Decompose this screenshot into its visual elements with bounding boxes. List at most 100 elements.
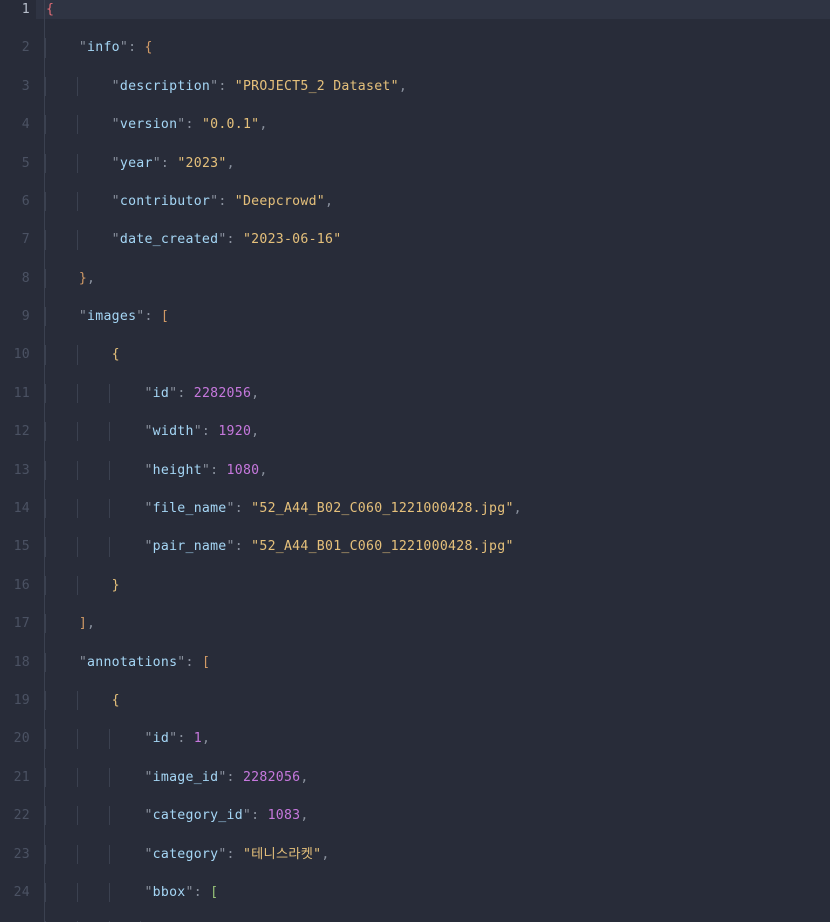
code-text[interactable]: ], xyxy=(46,614,95,633)
code-line[interactable]: 21 "image_id": 2282056, xyxy=(0,767,830,787)
token: "52_A44_B01_C060_1221000428.jpg" xyxy=(251,539,514,555)
code-line[interactable]: 12 "width": 1920, xyxy=(0,422,830,442)
code-line[interactable]: 10 { xyxy=(0,345,830,365)
code-text[interactable]: "width": 1920, xyxy=(46,422,259,441)
token: "PROJECT5_2 Dataset" xyxy=(234,78,399,94)
code-text[interactable]: "id": 1, xyxy=(46,729,210,748)
code-line[interactable]: 6 "contributor": "Deepcrowd", xyxy=(0,191,830,212)
code-line[interactable]: 22 "category_id": 1083, xyxy=(0,806,830,826)
token: { xyxy=(111,692,120,708)
token: "2023" xyxy=(177,155,227,171)
token: : xyxy=(218,78,235,94)
code-text[interactable]: } xyxy=(46,576,120,595)
code-line[interactable]: 19 { xyxy=(0,690,830,711)
code-line[interactable]: 13 "height": 1080, xyxy=(0,460,830,480)
token: " xyxy=(111,78,120,94)
code-line[interactable]: 5 "year": "2023", xyxy=(0,153,830,173)
code-text[interactable]: "annotations": [ xyxy=(46,653,210,672)
token: year xyxy=(119,155,153,171)
code-line[interactable]: 16 } xyxy=(0,575,830,595)
code-line[interactable]: 15 "pair_name": "52_A44_B01_C060_1221000… xyxy=(0,537,830,557)
code-text[interactable]: }, xyxy=(46,269,95,288)
line-number: 5 xyxy=(21,155,30,171)
line-number: 19 xyxy=(13,692,30,708)
token: bbox xyxy=(152,884,186,900)
token: " xyxy=(144,501,153,517)
code-text[interactable]: "year": "2023", xyxy=(46,154,235,173)
code-text[interactable]: "height": 1080, xyxy=(46,461,268,480)
token: "52_A44_B02_C060_1221000428.jpg" xyxy=(251,501,514,517)
token: annotations xyxy=(87,654,178,670)
code-line[interactable]: 14 "file_name": "52_A44_B02_C060_1221000… xyxy=(0,499,830,519)
json-code-editor[interactable]: 1{ 2 "info": { 3 "description": "PROJECT5_… xyxy=(0,0,830,922)
code-text[interactable]: "pair_name": "52_A44_B01_C060_1221000428… xyxy=(46,537,514,556)
code-text[interactable]: "version": "0.0.1", xyxy=(46,115,268,134)
token: " xyxy=(111,193,120,209)
code-text[interactable]: "id": 2282056, xyxy=(46,384,259,403)
token: " xyxy=(144,385,153,401)
token: description xyxy=(119,78,211,94)
token: , xyxy=(325,193,334,209)
code-lines-container[interactable]: 1{ 2 "info": { 3 "description": "PROJECT5_… xyxy=(0,0,830,922)
code-line[interactable]: 17 ], xyxy=(0,614,830,634)
line-number: 24 xyxy=(13,884,30,900)
code-text[interactable]: "bbox": [ xyxy=(46,883,218,902)
code-line[interactable]: 23 "category": "테니스라켓", xyxy=(0,844,830,864)
line-number: 23 xyxy=(13,846,30,862)
line-number: 20 xyxy=(13,731,30,747)
code-text[interactable]: "category_id": 1083, xyxy=(46,806,309,825)
token: " xyxy=(119,40,129,56)
code-text[interactable]: "contributor": "Deepcrowd", xyxy=(46,192,333,211)
code-line[interactable]: 20 "id": 1, xyxy=(0,729,830,749)
code-line[interactable]: 8 }, xyxy=(0,268,830,288)
code-text[interactable]: "file_name": "52_A44_B02_C060_1221000428… xyxy=(46,499,522,518)
code-line[interactable]: 1{ xyxy=(0,0,830,20)
token: : xyxy=(177,385,194,401)
token: "테니스라켓" xyxy=(242,846,322,862)
code-text[interactable]: { xyxy=(46,691,120,710)
code-line[interactable]: 24 "bbox": [ xyxy=(0,882,830,903)
token: " xyxy=(177,654,186,670)
token: , xyxy=(513,501,522,517)
code-text[interactable]: "images": [ xyxy=(46,307,169,326)
token: } xyxy=(111,577,120,593)
line-number: 17 xyxy=(13,616,30,632)
code-text[interactable]: "info": { xyxy=(46,38,153,57)
code-line[interactable]: 2 "info": { xyxy=(0,38,830,58)
code-text[interactable]: "description": "PROJECT5_2 Dataset", xyxy=(46,77,407,96)
line-number: 16 xyxy=(13,577,30,593)
code-line[interactable]: 4 "version": "0.0.1", xyxy=(0,115,830,135)
token: [ xyxy=(201,654,211,670)
token: , xyxy=(251,385,260,401)
code-text[interactable]: "category": "테니스라켓", xyxy=(46,845,330,864)
token: : xyxy=(226,846,243,862)
line-number: 14 xyxy=(13,501,30,517)
line-number: 13 xyxy=(13,462,30,478)
code-text[interactable]: { xyxy=(46,345,120,364)
code-text[interactable]: { xyxy=(46,0,54,19)
token: " xyxy=(78,309,88,325)
token: , xyxy=(226,155,235,171)
code-line[interactable]: 9 "images": [ xyxy=(0,307,830,327)
token: category_id xyxy=(152,808,243,824)
token: "0.0.1" xyxy=(201,117,260,133)
code-line[interactable]: 7 "date_created": "2023-06-16" xyxy=(0,230,830,250)
code-text[interactable]: "date_created": "2023-06-16" xyxy=(46,230,342,249)
token: , xyxy=(259,462,268,478)
code-line[interactable]: 18 "annotations": [ xyxy=(0,652,830,672)
token: , xyxy=(201,731,211,747)
code-text[interactable]: "image_id": 2282056, xyxy=(46,768,309,787)
code-line[interactable]: 3 "description": "PROJECT5_2 Dataset", xyxy=(0,76,830,96)
token: pair_name xyxy=(152,539,227,555)
token: , xyxy=(300,808,309,824)
code-line[interactable]: 11 "id": 2282056, xyxy=(0,383,830,404)
